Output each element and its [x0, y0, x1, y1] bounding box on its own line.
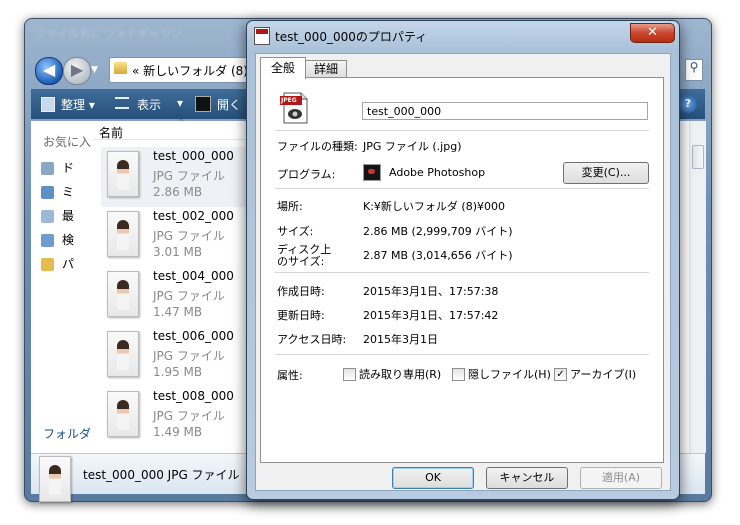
image-thumbnail — [107, 211, 139, 257]
checkbox-box — [452, 367, 465, 381]
music-icon — [41, 186, 54, 199]
divider — [275, 130, 649, 131]
image-thumbnail — [107, 391, 139, 437]
file-name: test_000_000 — [153, 149, 234, 163]
jpeg-large-icon: JPEG — [279, 92, 311, 124]
file-type: JPG ファイル — [153, 289, 225, 303]
recent-icon — [41, 210, 54, 223]
program-value: Adobe Photoshop — [389, 166, 486, 179]
readonly-checkbox[interactable]: 読み取り専用(R) — [343, 366, 441, 382]
change-program-button[interactable]: 変更(C)... — [563, 162, 649, 184]
photoshop-icon — [363, 164, 381, 181]
checkmark-icon: ✓ — [554, 367, 567, 381]
image-thumbnail — [107, 271, 139, 317]
accessed-value: 2015年3月1日 — [363, 333, 438, 346]
view-icon — [115, 97, 129, 109]
sort-ascending-icon: ^ — [177, 118, 185, 128]
image-thumbnail — [107, 331, 139, 377]
search-icon[interactable]: ⚲ — [685, 59, 703, 81]
vertical-scrollbar[interactable] — [689, 121, 706, 453]
file-type: JPG ファイル — [153, 169, 225, 183]
size-value: 2.86 MB (2,999,709 バイト) — [363, 225, 513, 238]
file-name: test_008_000 — [153, 389, 234, 403]
nav-item-search[interactable]: 検 — [41, 231, 74, 248]
column-header-row: 名前 ^ — [93, 118, 253, 141]
program-label: プログラム: — [277, 168, 336, 181]
file-type-value: JPG ファイル (.jpg) — [363, 140, 462, 153]
general-tab-panel: JPEG ファイルの種類: JPG ファイル (.jpg) プログラム: Ado… — [260, 77, 664, 463]
jpeg-badge-text: JPEG — [281, 97, 297, 104]
nav-item-public[interactable]: パ — [41, 255, 74, 272]
accessed-label: アクセス日時: — [277, 333, 347, 346]
file-name: test_002_000 — [153, 209, 234, 223]
location-value: K:¥新しいフォルダ (8)¥000 — [363, 200, 505, 213]
archive-checkbox[interactable]: ✓ アーカイブ(I) — [554, 366, 636, 382]
open-button[interactable]: 開く — [217, 96, 241, 113]
file-type: JPG ファイル — [153, 349, 225, 363]
file-name: test_004_000 — [153, 269, 234, 283]
organize-button[interactable]: 整理 ▾ — [61, 96, 95, 113]
help-icon[interactable]: ? — [679, 95, 697, 113]
modified-value: 2015年3月1日、17:57:42 — [363, 309, 499, 322]
divider — [275, 188, 649, 189]
nav-item-documents[interactable]: ド — [41, 159, 74, 176]
address-text: « 新しいフォルダ (8) — [132, 64, 248, 78]
cancel-button[interactable]: キャンセル — [486, 467, 568, 489]
file-type-label: ファイルの種類: — [277, 140, 358, 153]
favorites-header: お気に入 — [43, 135, 92, 149]
divider — [275, 354, 649, 355]
organize-icon — [41, 97, 55, 112]
nav-item-recent[interactable]: 最 — [41, 207, 74, 224]
folders-toggle[interactable]: フォルダ — [43, 425, 91, 442]
created-value: 2015年3月1日、17:57:38 — [363, 285, 499, 298]
forward-arrow-icon[interactable]: ▶ — [63, 57, 91, 85]
file-name: test_006_000 — [153, 329, 234, 343]
view-button[interactable]: 表示 — [137, 96, 161, 113]
scrollbar-thumb[interactable] — [692, 145, 704, 169]
folder-icon — [114, 62, 127, 74]
address-bar[interactable]: « 新しいフォルダ (8) — [109, 57, 261, 83]
selected-thumbnail — [39, 456, 71, 502]
created-label: 作成日時: — [277, 285, 325, 298]
dialog-title: test_000_000のプロパティ — [275, 30, 428, 44]
column-header-name[interactable]: 名前 — [99, 124, 123, 141]
file-size: 3.01 MB — [153, 245, 203, 259]
ok-button[interactable]: OK — [392, 467, 474, 489]
jpeg-file-icon — [254, 27, 270, 45]
history-dropdown-icon[interactable]: ▼ — [91, 65, 98, 75]
hidden-checkbox[interactable]: 隠しファイル(H) — [452, 366, 551, 382]
photoshop-icon — [195, 96, 211, 112]
location-label: 場所: — [277, 200, 303, 213]
file-size: 1.47 MB — [153, 305, 203, 319]
public-folder-icon — [41, 258, 54, 271]
dialog-body: 全般 詳細 JPEG ファイルの種類: JPG ファイル (.jpg) プログラ… — [255, 53, 671, 491]
navigation-pane: お気に入 ド ミ 最 検 パ フォルダ — [31, 121, 94, 453]
view-dropdown-icon[interactable]: ▾ — [177, 96, 183, 110]
search-folder-icon — [41, 234, 54, 247]
details-text: test_000_000 JPG ファイル — [83, 468, 240, 482]
documents-icon — [41, 162, 54, 175]
attributes-label: 属性: — [277, 369, 303, 382]
disk-size-label-line2: のサイズ: — [277, 255, 325, 268]
modified-label: 更新日時: — [277, 309, 325, 322]
disk-size-value: 2.87 MB (3,014,656 バイト) — [363, 249, 513, 262]
apply-button[interactable]: 適用(A) — [580, 467, 662, 489]
size-label: サイズ: — [277, 225, 314, 238]
file-size: 2.86 MB — [153, 185, 203, 199]
back-arrow-icon[interactable]: ◀ — [35, 57, 63, 85]
file-type: JPG ファイル — [153, 229, 225, 243]
nav-item-music[interactable]: ミ — [41, 183, 74, 200]
file-type: JPG ファイル — [153, 409, 225, 423]
file-size: 1.49 MB — [153, 425, 203, 439]
tab-general[interactable]: 全般 — [260, 57, 306, 79]
close-button[interactable]: ✕ — [630, 23, 675, 43]
properties-dialog: test_000_000のプロパティ ✕ 全般 詳細 JPEG ファイルの種類:… — [246, 20, 680, 500]
file-size: 1.95 MB — [153, 365, 203, 379]
image-thumbnail — [107, 151, 139, 197]
divider — [275, 272, 649, 273]
filename-field[interactable] — [362, 102, 648, 120]
checkbox-box — [343, 367, 356, 381]
